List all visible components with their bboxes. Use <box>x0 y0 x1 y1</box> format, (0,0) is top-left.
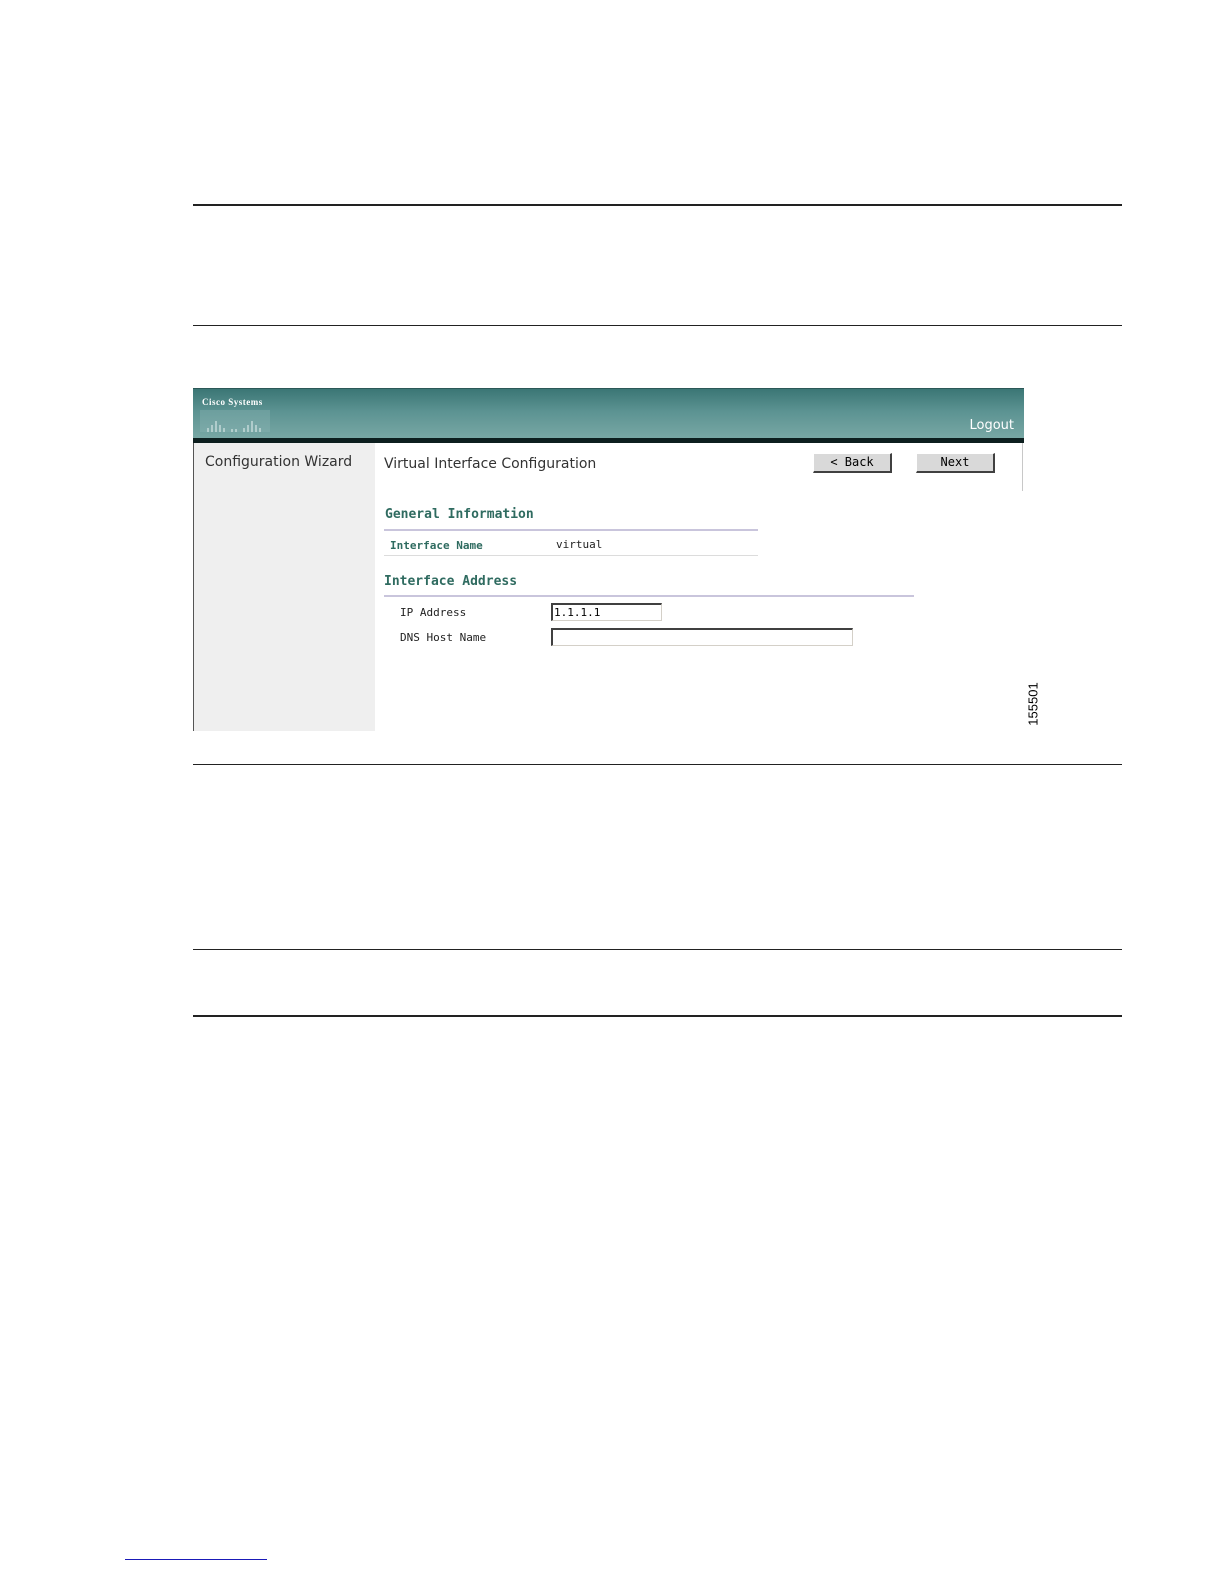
back-button[interactable]: < Back <box>813 453 892 473</box>
interface-name-value: virtual <box>556 538 603 551</box>
note-bottom-rule <box>193 1015 1122 1017</box>
next-button[interactable]: Next <box>916 453 995 473</box>
cisco-logo: Cisco Systems <box>200 397 272 433</box>
interface-address-heading: Interface Address <box>384 574 518 589</box>
app-header: Cisco Systems Logout <box>193 388 1024 439</box>
sidebar-title: Configuration Wizard <box>205 454 353 470</box>
general-information-heading: General Information <box>385 507 534 522</box>
content-edge <box>1022 443 1023 491</box>
dns-host-name-input[interactable] <box>551 628 853 646</box>
footnote-link-underline <box>125 1559 267 1560</box>
general-information-divider <box>384 529 758 531</box>
interface-address-divider <box>384 595 914 597</box>
ip-address-input[interactable] <box>551 603 662 621</box>
cisco-bridge-icon <box>200 410 270 432</box>
dns-host-name-label: DNS Host Name <box>400 631 487 644</box>
interface-name-row-line <box>384 555 758 556</box>
figure-number: 155501 <box>1025 682 1041 726</box>
sidebar: Configuration Wizard <box>193 443 375 731</box>
figure-bottom-rule <box>193 764 1122 765</box>
interface-name-label: Interface Name <box>390 539 483 552</box>
top-rule <box>193 204 1122 206</box>
ip-address-label: IP Address <box>400 606 467 619</box>
wizard-screenshot: Cisco Systems Logout Configuration Wizar… <box>193 388 1024 731</box>
logout-link[interactable]: Logout <box>969 418 1014 433</box>
logo-text: Cisco Systems <box>202 397 263 407</box>
page-title: Virtual Interface Configuration <box>384 456 597 472</box>
section-rule <box>193 325 1122 326</box>
note-top-rule <box>193 949 1122 950</box>
